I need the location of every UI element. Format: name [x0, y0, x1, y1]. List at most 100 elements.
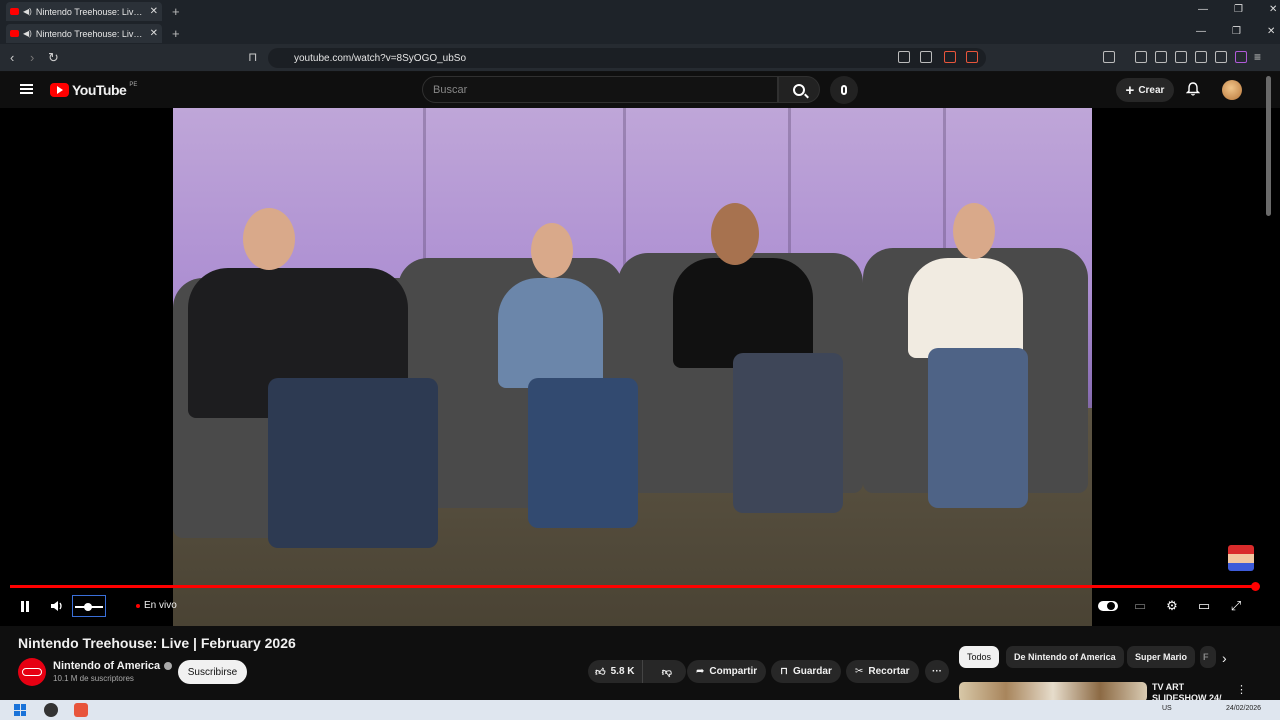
vpn-icon[interactable] — [1215, 51, 1227, 63]
subscribe-button[interactable]: Suscribirse — [178, 660, 247, 684]
progress-bar[interactable] — [10, 582, 1260, 591]
restore-icon[interactable]: ❐ — [1234, 4, 1243, 15]
close-tab-icon[interactable]: ✕ — [150, 6, 158, 17]
host-person — [673, 258, 813, 368]
search-button[interactable] — [778, 76, 820, 103]
more-vertical-icon[interactable]: ⋮ — [1236, 683, 1247, 696]
scissors-icon: ✂ — [855, 666, 864, 677]
youtube-logo[interactable]: YouTube PE — [50, 82, 137, 98]
restore-icon[interactable]: ❐ — [1232, 26, 1241, 37]
live-badge[interactable]: En vivo — [136, 600, 177, 611]
fullscreen-icon[interactable]: ⤢ — [1228, 598, 1244, 614]
browser-tab[interactable]: ◀) Nintendo Treehouse: Live | Fe ✕ — [6, 24, 162, 43]
back-icon[interactable]: ‹ — [10, 50, 14, 65]
chip-from-channel[interactable]: De Nintendo of America — [1006, 646, 1124, 668]
share-label: Compartir — [709, 666, 758, 677]
host-jeans — [928, 348, 1028, 508]
host-head — [953, 203, 995, 259]
video-player[interactable]: En vivo ▭ ⚙ ▭ ⤢ — [0, 108, 1280, 626]
taskbar-date[interactable]: 24/02/2026 — [1226, 705, 1261, 712]
save-button[interactable]: ⊓ Guardar — [771, 660, 841, 683]
like-button[interactable]: 👍︎ 5.8 K — [588, 660, 643, 683]
host-person — [908, 258, 1023, 358]
new-tab-button[interactable]: + — [172, 4, 180, 19]
clip-button[interactable]: ✂ Recortar — [846, 660, 919, 683]
sidebar-icon[interactable] — [1103, 51, 1115, 63]
scrollbar-thumb[interactable] — [1266, 76, 1271, 216]
forward-icon[interactable]: › — [30, 50, 34, 65]
chip-super-mario[interactable]: Super Mario — [1127, 646, 1196, 668]
nintendo-logo-icon — [22, 668, 42, 676]
os-taskbar: US 24/02/2026 — [0, 700, 1280, 720]
search-input[interactable]: Buscar — [422, 76, 778, 103]
verified-icon — [164, 662, 173, 670]
brave-taskbar-icon[interactable] — [74, 703, 88, 717]
taskbar-app-icon[interactable] — [44, 703, 58, 717]
account-avatar[interactable] — [1222, 80, 1242, 100]
menu-icon[interactable]: ≡ — [1254, 50, 1261, 64]
volume-icon[interactable] — [49, 598, 65, 614]
recommended-thumbnail[interactable] — [959, 682, 1147, 702]
volume-slider[interactable] — [72, 595, 106, 617]
host-jeans — [733, 353, 843, 513]
rewards-icon[interactable] — [966, 51, 978, 63]
notifications-bell-icon[interactable] — [1186, 82, 1200, 96]
reload-icon[interactable]: ↻ — [48, 50, 59, 66]
pause-button[interactable] — [17, 598, 33, 614]
settings-gear-icon[interactable]: ⚙ — [1164, 598, 1180, 614]
more-actions-button[interactable]: ··· — [925, 660, 949, 683]
like-dislike-group: 👍︎ 5.8 K 👎︎ — [588, 660, 686, 683]
url-field[interactable]: youtube.com/watch?v=8SyOGO_ubSo — [268, 48, 986, 68]
volume-knob[interactable] — [84, 603, 92, 611]
page-scrollbar[interactable] — [1266, 72, 1272, 700]
browser-tab[interactable]: ◀) Nintendo Treehouse: Live | Fe ✕ — [6, 2, 162, 21]
minimize-icon[interactable]: — — [1196, 26, 1206, 37]
share-button[interactable]: ➦ Compartir — [687, 660, 767, 683]
thumbs-up-icon: 👍︎ — [595, 666, 606, 678]
host-jeans — [268, 378, 438, 548]
tab-title: Nintendo Treehouse: Live | Fe — [35, 6, 146, 17]
channel-avatar[interactable] — [18, 658, 46, 686]
host-head — [243, 208, 295, 270]
music-icon[interactable] — [1135, 51, 1147, 63]
extension-icon[interactable] — [1235, 51, 1247, 63]
theater-mode-icon[interactable]: ▭ — [1196, 598, 1212, 614]
create-button[interactable]: + Crear — [1116, 78, 1174, 102]
wallet-icon[interactable] — [1175, 51, 1187, 63]
dislike-button[interactable]: 👎︎ — [648, 666, 686, 678]
window-controls: — ❐ ✕ — [1196, 26, 1275, 37]
microphone-icon — [841, 85, 847, 95]
tab-strip-top: ◀) Nintendo Treehouse: Live | Fe ✕ + — ❐… — [0, 0, 1280, 22]
minimize-icon[interactable]: — — [1198, 4, 1208, 15]
close-window-icon[interactable]: ✕ — [1269, 4, 1277, 15]
create-label: Crear — [1138, 84, 1165, 96]
video-details: Nintendo Treehouse: Live | February 2026… — [0, 626, 1280, 703]
video-frame[interactable] — [173, 108, 1092, 626]
url-text: youtube.com/watch?v=8SyOGO_ubSo — [294, 52, 467, 64]
cast-icon[interactable] — [898, 51, 910, 63]
logo-text: YouTube — [72, 82, 127, 98]
new-tab-button[interactable]: + — [172, 26, 180, 41]
channel-name-row[interactable]: Nintendo of America — [53, 660, 173, 672]
live-dot-icon — [136, 603, 140, 608]
chevron-right-icon[interactable]: › — [1222, 650, 1227, 666]
progress-scrubber[interactable] — [1251, 582, 1260, 591]
bookmark-icon[interactable]: ⊓ — [248, 50, 257, 64]
share-icon[interactable] — [920, 51, 932, 63]
autoplay-toggle[interactable] — [1098, 601, 1118, 611]
chip-truncated[interactable]: F — [1200, 646, 1216, 668]
windows-start-icon[interactable] — [14, 704, 26, 716]
brave-shield-icon[interactable] — [944, 51, 956, 63]
subtitles-icon[interactable]: ▭ — [1132, 598, 1148, 614]
ai-icon[interactable] — [1195, 51, 1207, 63]
tab-title: Nintendo Treehouse: Live | Fe — [35, 28, 146, 39]
voice-search-button[interactable] — [830, 76, 858, 104]
close-tab-icon[interactable]: ✕ — [150, 28, 158, 39]
hamburger-menu-icon[interactable] — [20, 84, 33, 94]
host-head — [711, 203, 759, 265]
chip-all[interactable]: Todos — [959, 646, 1000, 668]
search-placeholder: Buscar — [433, 83, 468, 96]
panel-icon[interactable] — [1155, 51, 1167, 63]
keyboard-language[interactable]: US — [1162, 705, 1172, 712]
close-window-icon[interactable]: ✕ — [1267, 26, 1275, 37]
